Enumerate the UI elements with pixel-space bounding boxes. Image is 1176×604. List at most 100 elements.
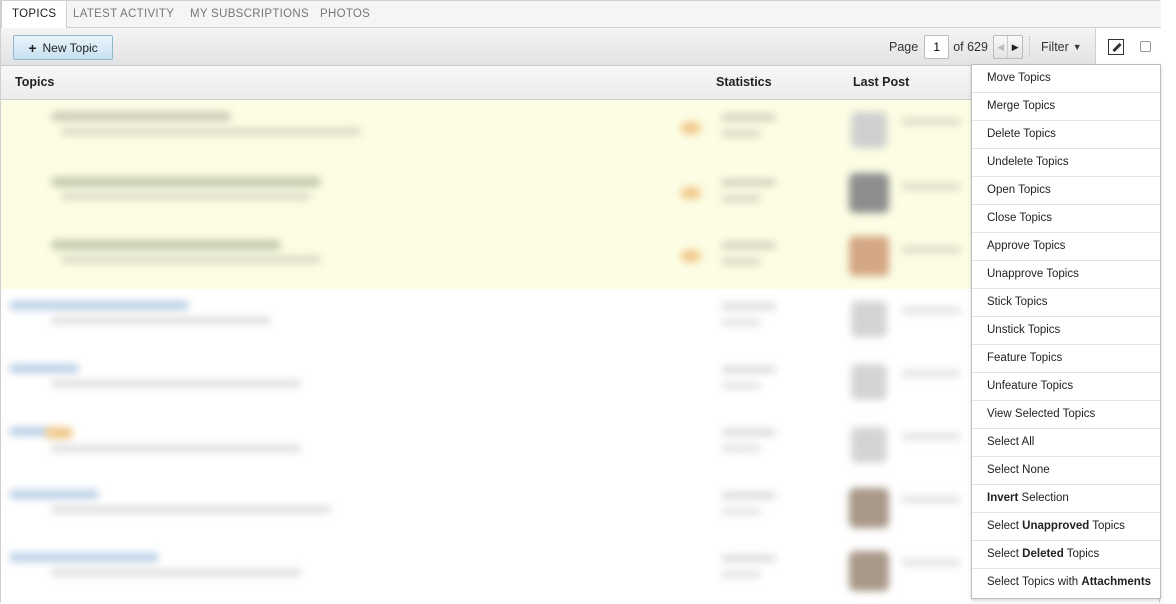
triangle-right-icon[interactable]: ▶ [1008, 36, 1022, 58]
toolbar-divider [1029, 36, 1030, 58]
menu-item-unstick-topics[interactable]: Unstick Topics [972, 317, 1160, 345]
new-topic-button[interactable]: + New Topic [13, 35, 113, 60]
page-number-input[interactable] [924, 35, 950, 59]
statistics-cell [721, 319, 761, 326]
menu-item-stick-topics[interactable]: Stick Topics [972, 289, 1160, 317]
hot-icon [681, 122, 701, 134]
last-post-cell [901, 559, 961, 566]
last-post-cell [901, 370, 961, 377]
avatar [851, 301, 887, 337]
last-post-cell [901, 118, 961, 125]
menu-item-select-deleted-topics[interactable]: Select Deleted Topics [972, 541, 1160, 569]
filter-dropdown[interactable]: Filter ▼ [1041, 28, 1082, 66]
menu-item-select-none[interactable]: Select None [972, 457, 1160, 485]
caret-down-icon: ▼ [1072, 42, 1082, 52]
menu-item-delete-topics[interactable]: Delete Topics [972, 121, 1160, 149]
statistics-cell [721, 508, 761, 515]
statistics-cell [721, 258, 761, 265]
topic-meta [51, 445, 301, 452]
menu-item-text: Feature Topics [987, 352, 1063, 364]
new-topic-label: New Topic [42, 40, 98, 55]
menu-item-text: Move Topics [987, 72, 1051, 84]
badge-icon [45, 427, 73, 439]
menu-item-text: Stick Topics [987, 296, 1048, 308]
menu-item-text: Selection [1018, 492, 1069, 504]
menu-item-text: Unstick Topics [987, 324, 1061, 336]
triangle-left-icon[interactable]: ◀ [994, 36, 1009, 58]
menu-item-text: Select [987, 548, 1023, 560]
menu-item-close-topics[interactable]: Close Topics [972, 205, 1160, 233]
topic-meta [51, 380, 301, 387]
avatar [849, 551, 889, 591]
menu-item-view-selected-topics[interactable]: View Selected Topics [972, 401, 1160, 429]
tab-photos[interactable]: Photos [310, 1, 380, 28]
menu-item-select-unapproved-topics[interactable]: Select Unapproved Topics [972, 513, 1160, 541]
topic-meta [61, 128, 361, 135]
statistics-cell [721, 114, 776, 121]
menu-item-text: Open Topics [987, 184, 1051, 196]
menu-item-move-topics[interactable]: Move Topics [972, 65, 1160, 93]
menu-item-unapprove-topics[interactable]: Unapprove Topics [972, 261, 1160, 289]
statistics-cell [721, 492, 776, 499]
menu-item-text: Unfeature Topics [987, 380, 1074, 392]
topic-title [9, 364, 79, 373]
menu-item-undelete-topics[interactable]: Undelete Topics [972, 149, 1160, 177]
statistics-cell [721, 445, 761, 452]
topic-title [51, 112, 231, 121]
topic-meta [61, 193, 311, 200]
statistics-cell [721, 571, 761, 578]
menu-item-feature-topics[interactable]: Feature Topics [972, 345, 1160, 373]
statistics-cell [721, 366, 776, 373]
menu-item-text: Select None [987, 464, 1050, 476]
menu-item-text: Topics [1063, 548, 1100, 560]
menu-item-text: Unapprove Topics [987, 268, 1079, 280]
menu-item-text: View Selected Topics [987, 408, 1096, 420]
menu-item-text: Select All [987, 436, 1035, 448]
statistics-cell [721, 429, 776, 436]
menu-item-text: Delete Topics [987, 128, 1056, 140]
tab-bar: Topics Latest Activity My Subscriptions … [1, 1, 1161, 29]
menu-item-unfeature-topics[interactable]: Unfeature Topics [972, 373, 1160, 401]
menu-item-emphasis: Attachments [1081, 576, 1152, 588]
last-post-cell [901, 183, 961, 190]
last-post-cell [901, 307, 961, 314]
menu-item-open-topics[interactable]: Open Topics [972, 177, 1160, 205]
menu-item-approve-topics[interactable]: Approve Topics [972, 233, 1160, 261]
menu-item-select-topics-with-attachments[interactable]: Select Topics with Attachments [972, 569, 1160, 597]
menu-item-text: Topics [1089, 520, 1125, 532]
tab-my-subscriptions[interactable]: My Subscriptions [180, 1, 319, 28]
avatar [849, 173, 889, 213]
menu-item-select-all[interactable]: Select All [972, 429, 1160, 457]
tab-topics[interactable]: Topics [1, 1, 68, 29]
menu-item-text: Select [987, 520, 1023, 532]
menu-item-text: Approve Topics [987, 240, 1066, 252]
last-post-cell [901, 496, 961, 503]
column-header-last-post: Last Post [853, 75, 910, 89]
topic-title [9, 553, 159, 562]
topic-meta [61, 256, 321, 263]
avatar [849, 236, 889, 276]
menu-item-invert-selection[interactable]: Invert Selection [972, 485, 1160, 513]
menu-item-text: Merge Topics [987, 100, 1056, 112]
filter-label: Filter [1041, 40, 1069, 54]
plus-icon: + [28, 39, 37, 56]
last-post-cell [901, 246, 961, 253]
topic-toolbar: + New Topic Page of 629 ◀ ▶ Filter▼ [1, 28, 1161, 66]
avatar [851, 427, 887, 463]
menu-item-merge-topics[interactable]: Merge Topics [972, 93, 1160, 121]
menu-item-emphasis: Deleted [1022, 548, 1064, 560]
pagination: Page of 629 ◀ ▶ [889, 35, 1023, 59]
hot-icon [681, 187, 701, 199]
tab-latest-activity[interactable]: Latest Activity [63, 1, 184, 28]
avatar [851, 112, 887, 148]
menu-item-text: Undelete Topics [987, 156, 1069, 168]
last-post-cell [901, 433, 961, 440]
topic-title [51, 177, 321, 187]
menu-item-emphasis: Invert [987, 492, 1019, 504]
select-all-checkbox[interactable] [1140, 41, 1151, 52]
statistics-cell [721, 303, 776, 310]
topic-title [9, 301, 189, 310]
edit-pencil-icon[interactable] [1108, 39, 1124, 55]
statistics-cell [721, 179, 776, 186]
column-header-statistics: Statistics [716, 75, 772, 89]
